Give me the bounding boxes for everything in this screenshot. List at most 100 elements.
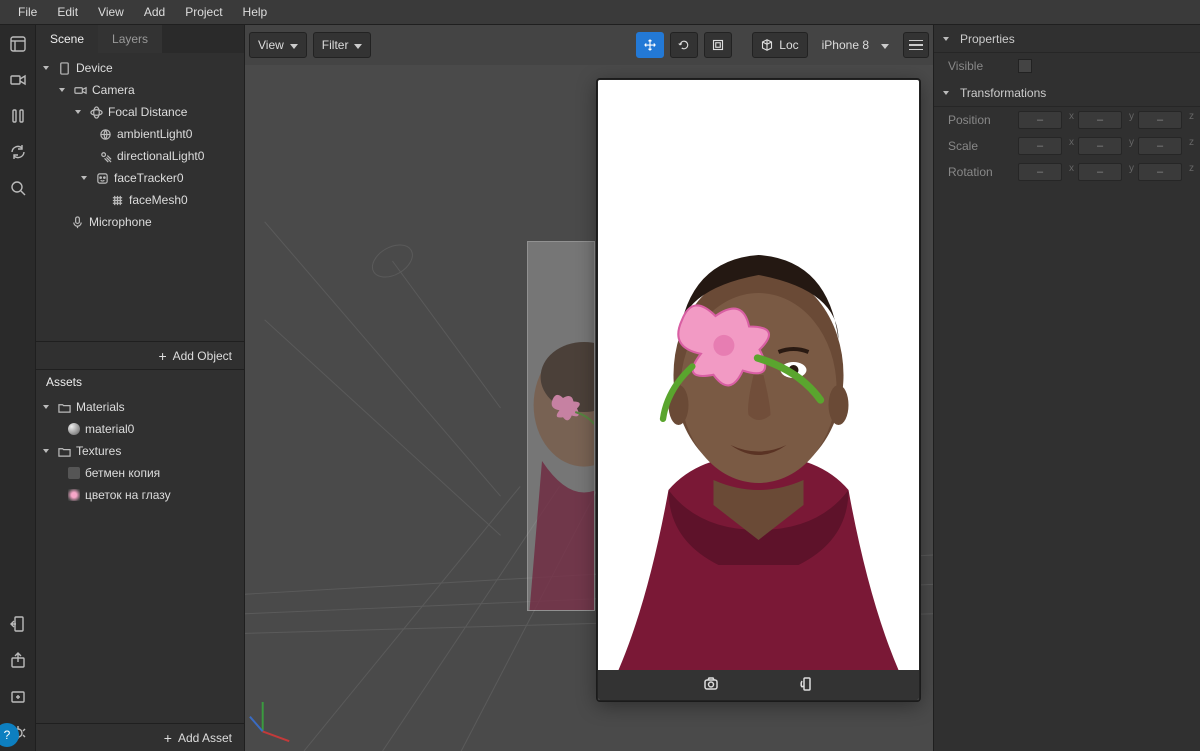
search-icon[interactable] bbox=[9, 179, 27, 197]
folder-materials[interactable]: Materials bbox=[36, 396, 244, 418]
node-label: faceMesh0 bbox=[129, 193, 188, 207]
visible-checkbox[interactable] bbox=[1018, 59, 1032, 73]
node-label: ambientLight0 bbox=[117, 127, 192, 141]
help-badge-icon[interactable]: ? bbox=[0, 723, 19, 747]
mesh-icon bbox=[110, 193, 124, 207]
prop-label: Rotation bbox=[948, 165, 1008, 179]
rotation-y-input[interactable]: – bbox=[1078, 163, 1122, 181]
node-focal-distance[interactable]: Focal Distance bbox=[36, 101, 244, 123]
node-label: Textures bbox=[76, 444, 121, 458]
face-icon bbox=[95, 171, 109, 185]
prop-scale-row: Scale –x –y –z bbox=[934, 133, 1200, 159]
assets-panel: Assets Materials material0 Textures bbox=[36, 369, 244, 751]
scale-z-input[interactable]: – bbox=[1138, 137, 1182, 155]
position-x-input[interactable]: – bbox=[1018, 111, 1062, 129]
texture-thumb-icon bbox=[68, 489, 80, 501]
prop-position-row: Position –x –y –z bbox=[934, 107, 1200, 133]
prop-label: Position bbox=[948, 113, 1008, 127]
tab-layers[interactable]: Layers bbox=[98, 25, 162, 53]
node-camera[interactable]: Camera bbox=[36, 79, 244, 101]
add-asset-button[interactable]: +Add Asset bbox=[36, 723, 244, 751]
section-transformations[interactable]: Transformations bbox=[934, 79, 1200, 107]
node-label: Camera bbox=[92, 83, 135, 97]
node-ambient-light[interactable]: ambientLight0 bbox=[36, 123, 244, 145]
viewport-toolbar: View Filter Loc iPhone 8 bbox=[249, 29, 929, 61]
node-label: бетмен копия bbox=[85, 466, 160, 480]
menu-file[interactable]: File bbox=[8, 1, 47, 23]
node-microphone[interactable]: Microphone bbox=[36, 211, 244, 233]
camera-icon bbox=[73, 83, 87, 97]
node-label: material0 bbox=[85, 422, 134, 436]
sunray-icon bbox=[98, 149, 112, 163]
menu-view[interactable]: View bbox=[88, 1, 134, 23]
node-label: faceTracker0 bbox=[114, 171, 184, 185]
node-label: цветок на глазу bbox=[85, 488, 171, 502]
asset-texture-0[interactable]: бетмен копия bbox=[36, 462, 244, 484]
viewport-canvas[interactable] bbox=[245, 65, 933, 751]
texture-thumb-icon bbox=[68, 467, 80, 479]
inspector-panel: Properties Visible Transformations Posit… bbox=[934, 25, 1200, 751]
globe-icon bbox=[98, 127, 112, 141]
rotation-x-input[interactable]: – bbox=[1018, 163, 1062, 181]
preview-portrait bbox=[598, 230, 919, 670]
rotate-device-icon[interactable] bbox=[799, 676, 815, 695]
section-title: Properties bbox=[960, 32, 1015, 46]
menu-bar: File Edit View Add Project Help bbox=[0, 0, 1200, 25]
menu-edit[interactable]: Edit bbox=[47, 1, 88, 23]
add-object-button[interactable]: +Add Object bbox=[36, 341, 244, 369]
scale-x-input[interactable]: – bbox=[1018, 137, 1062, 155]
material-sphere-icon bbox=[68, 423, 80, 435]
position-y-input[interactable]: – bbox=[1078, 111, 1122, 129]
scene-mirror-plane bbox=[527, 241, 595, 611]
folder-icon bbox=[57, 400, 71, 414]
asset-texture-1[interactable]: цветок на глазу bbox=[36, 484, 244, 506]
view-dropdown[interactable]: View bbox=[249, 32, 307, 58]
position-z-input[interactable]: – bbox=[1138, 111, 1182, 129]
send-to-device-icon[interactable] bbox=[9, 615, 27, 633]
add-object-label: Add Object bbox=[173, 349, 232, 363]
device-select[interactable]: iPhone 8 bbox=[814, 32, 897, 58]
focal-icon bbox=[89, 105, 103, 119]
rotate-tool-icon[interactable] bbox=[670, 32, 698, 58]
export-icon[interactable] bbox=[9, 651, 27, 669]
tab-scene[interactable]: Scene bbox=[36, 25, 98, 53]
node-label: Materials bbox=[76, 400, 125, 414]
prop-label: Scale bbox=[948, 139, 1008, 153]
asset-material0[interactable]: material0 bbox=[36, 418, 244, 440]
node-face-tracker[interactable]: faceTracker0 bbox=[36, 167, 244, 189]
library-add-icon[interactable] bbox=[9, 687, 27, 705]
node-directional-light[interactable]: directionalLight0 bbox=[36, 145, 244, 167]
node-label: Device bbox=[76, 61, 113, 75]
move-tool-icon[interactable] bbox=[636, 32, 664, 58]
folder-textures[interactable]: Textures bbox=[36, 440, 244, 462]
device-icon bbox=[57, 61, 71, 75]
assets-tree: Materials material0 Textures бетмен копи… bbox=[36, 392, 244, 510]
microphone-icon bbox=[70, 215, 84, 229]
rotation-z-input[interactable]: – bbox=[1138, 163, 1182, 181]
node-face-mesh[interactable]: faceMesh0 bbox=[36, 189, 244, 211]
prop-rotation-row: Rotation –x –y –z bbox=[934, 159, 1200, 185]
pause-icon[interactable] bbox=[9, 107, 27, 125]
menu-help[interactable]: Help bbox=[233, 1, 278, 23]
coord-space-dropdown[interactable]: Loc bbox=[752, 32, 807, 58]
section-properties[interactable]: Properties bbox=[934, 25, 1200, 53]
scale-tool-icon[interactable] bbox=[704, 32, 732, 58]
switch-camera-icon[interactable] bbox=[703, 676, 719, 695]
assets-title: Assets bbox=[36, 370, 244, 392]
layout-icon[interactable] bbox=[9, 35, 27, 53]
left-panel: Scene Layers Device Camera Focal Dist bbox=[36, 25, 245, 751]
section-title: Transformations bbox=[960, 86, 1046, 100]
node-label: directionalLight0 bbox=[117, 149, 204, 163]
video-icon[interactable] bbox=[9, 71, 27, 89]
viewport-menu-icon[interactable] bbox=[903, 32, 929, 58]
device-preview bbox=[597, 79, 920, 701]
scale-y-input[interactable]: – bbox=[1078, 137, 1122, 155]
refresh-icon[interactable] bbox=[9, 143, 27, 161]
scene-tree: Device Camera Focal Distance ambientLigh… bbox=[36, 53, 244, 237]
filter-dropdown[interactable]: Filter bbox=[313, 32, 372, 58]
menu-add[interactable]: Add bbox=[134, 1, 175, 23]
folder-icon bbox=[57, 444, 71, 458]
menu-project[interactable]: Project bbox=[175, 1, 232, 23]
node-label: Focal Distance bbox=[108, 105, 187, 119]
node-device[interactable]: Device bbox=[36, 57, 244, 79]
